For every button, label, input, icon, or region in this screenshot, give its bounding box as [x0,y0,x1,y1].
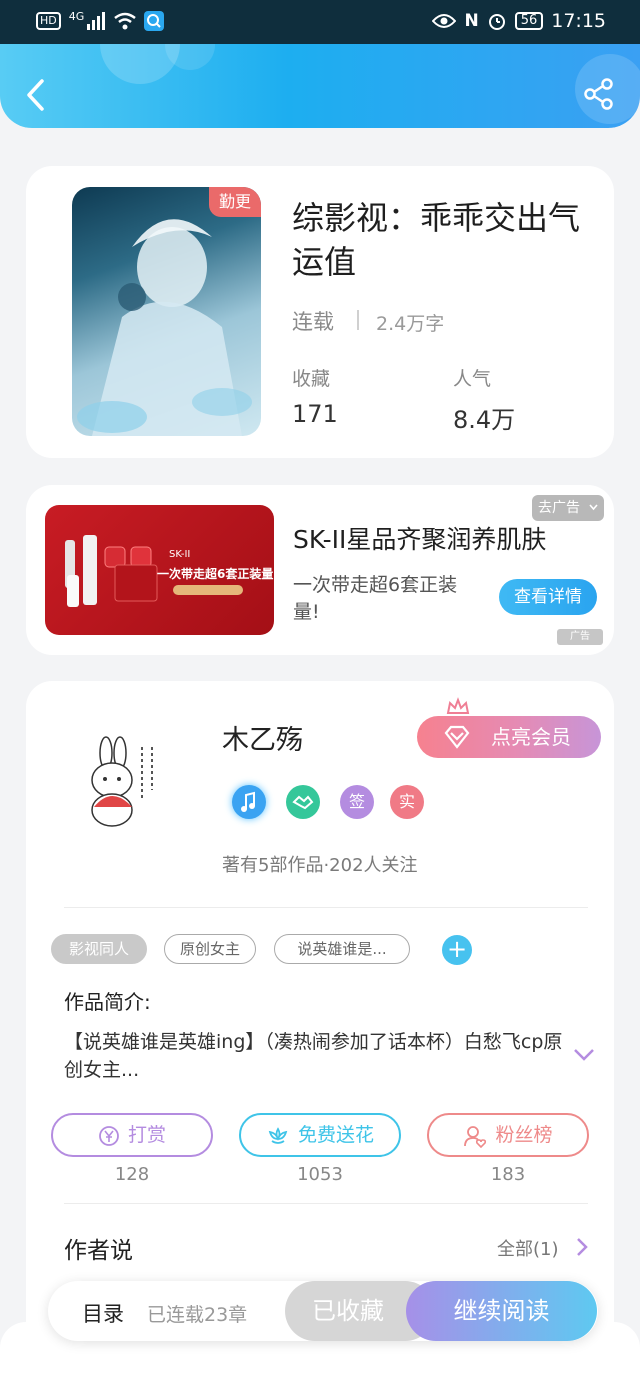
continue-reading-button[interactable]: 继续阅读 [406,1281,597,1341]
chevron-right-icon[interactable] [575,1237,589,1257]
send-flower-label: 免费送花 [297,1124,374,1146]
fans-count: 183 [490,1164,526,1185]
favorites-label: 收藏 [292,368,331,390]
ad-image-logo: SK-II [169,549,191,560]
yuan-icon [99,1125,119,1146]
popularity-label: 人气 [453,368,492,390]
battery-indicator: 56 [514,12,544,30]
toc-button[interactable]: 目录 [82,1298,124,1328]
ad-image[interactable]: SK-II 一次带走超6套正装量 [45,505,274,635]
fans-icon [464,1125,487,1148]
author-works: 著有5部作品·202人关注 [222,855,418,876]
remove-ad-button[interactable]: 去广告 [532,495,604,521]
author-says-all-link[interactable]: 全部(1) [497,1235,559,1261]
ad-description: 一次带走超6套正装量! [293,574,458,623]
diamond-icon [444,725,470,749]
back-icon[interactable] [24,78,46,112]
handshake-icon[interactable] [286,785,320,819]
badge-signed[interactable]: 签 [340,785,374,819]
tag-chip-active[interactable]: 影视同人 [51,934,147,964]
clock: 17:15 [551,10,606,32]
wifi-icon [114,12,137,30]
eye-icon [432,14,457,28]
hd-indicator: HD [36,12,61,30]
divider [357,310,359,330]
signal-icon [87,12,106,30]
crown-icon [446,697,470,714]
header [0,44,640,128]
divider [64,907,588,908]
flower-count: 1053 [297,1164,343,1185]
author-name: 木乙殇 [222,725,303,756]
expand-chevron-icon[interactable] [573,1048,595,1062]
add-tag-button[interactable]: + [442,935,472,965]
update-tag: 勤更 [209,187,261,217]
word-count: 2.4万字 [376,313,445,335]
status-bar: HD 4G N 56 17:15 [0,0,640,44]
tip-count: 128 [114,1164,150,1185]
ad-image-headline: 一次带走超6套正装量 [157,567,274,581]
remove-ad-label: 去广告 [538,500,580,516]
book-title: 综影视：乖乖交出气运值 [292,199,581,281]
tip-button[interactable]: 打赏 [51,1113,213,1157]
network-type: 4G [68,9,85,23]
search-app-icon [144,11,165,31]
fans-rank-button[interactable]: 粉丝榜 [427,1113,589,1157]
tag-chip[interactable]: 说英雄谁是... [274,934,410,964]
share-icon[interactable] [583,78,615,110]
tag-chip[interactable]: 原创女主 [164,934,256,964]
divider [64,1203,588,1204]
vip-button[interactable]: 点亮会员 [417,716,601,758]
book-cover[interactable] [72,187,261,436]
ad-mark: 广告 [557,629,603,645]
badge-verified[interactable]: 实 [390,785,424,819]
popularity-count: 8.4万 [453,406,516,434]
ad-title: SK-II星品齐聚润养肌肤 [293,525,547,554]
author-says-title: 作者说 [64,1238,133,1264]
vip-label: 点亮会员 [491,725,571,749]
flower-icon [268,1126,288,1144]
book-status: 连载 [292,310,334,334]
fans-rank-label: 粉丝榜 [495,1124,553,1146]
alarm-icon [488,14,505,30]
chapter-count: 已连载23章 [147,1304,248,1326]
tip-label: 打赏 [127,1124,166,1146]
ad-details-button[interactable]: 查看详情 [499,579,597,615]
avatar[interactable] [72,735,172,835]
chevron-down-icon [589,504,598,511]
send-flower-button[interactable]: 免费送花 [239,1113,401,1157]
favorites-count: 171 [292,400,338,428]
intro-title: 作品简介: [64,990,151,1014]
intro-text: 【说英雄谁是英雄ing】（凑热闹参加了话本杯）白愁飞cp原创女主... [64,1031,563,1081]
music-note-icon[interactable] [232,785,266,819]
nfc-icon: N [464,11,479,31]
